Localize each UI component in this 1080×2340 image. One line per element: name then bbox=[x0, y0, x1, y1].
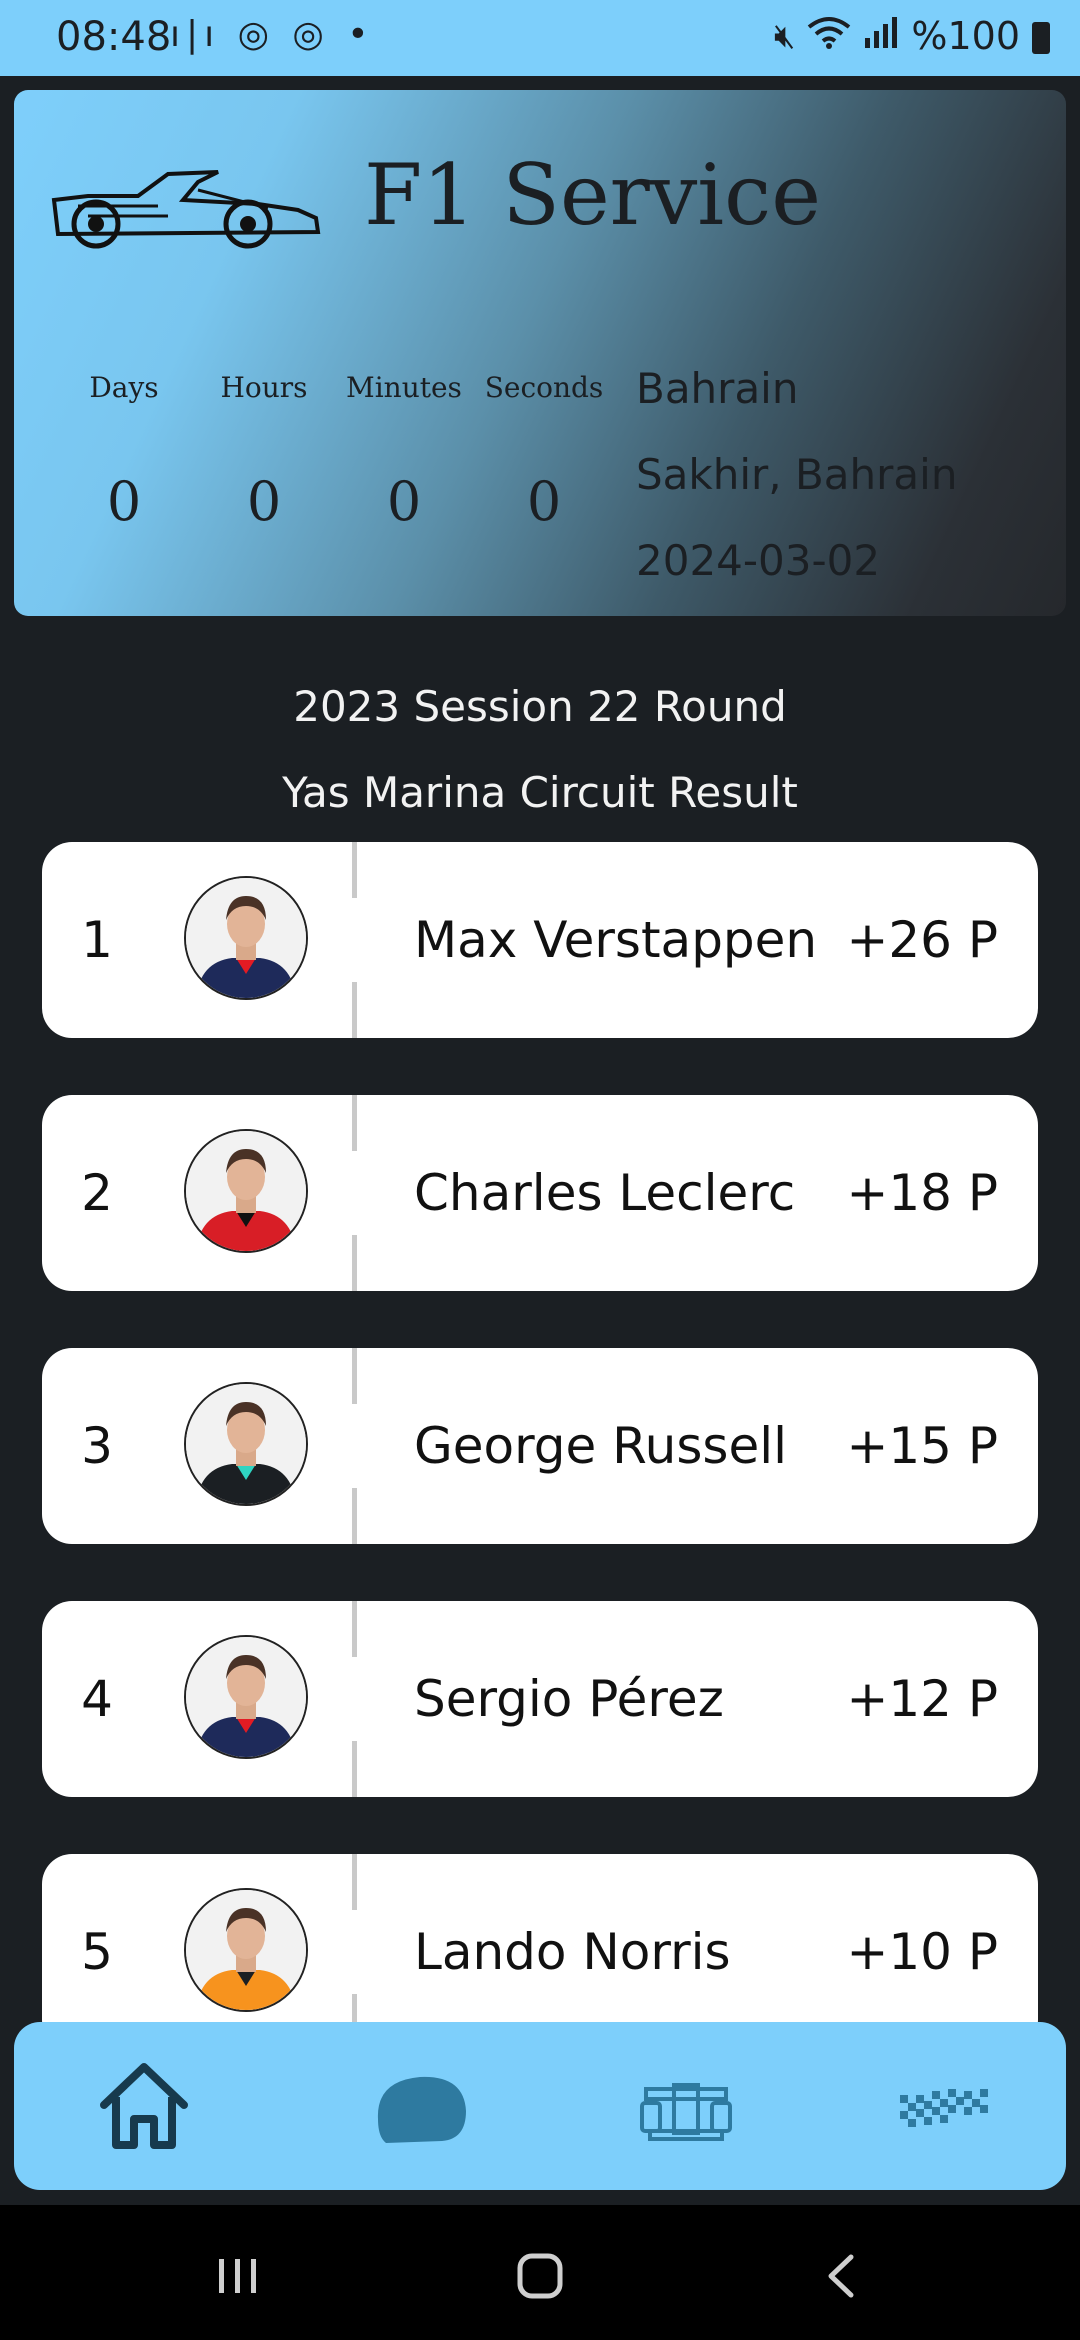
divider bbox=[352, 1854, 357, 1910]
driver-portrait-icon bbox=[186, 1131, 306, 1251]
race-location: Sakhir, Bahrain bbox=[636, 450, 958, 499]
result-row[interactable]: 5 Lando Norris +10 P bbox=[42, 1854, 1038, 2050]
driver-avatar bbox=[184, 876, 308, 1000]
countdown: Days 0 Hours 0 Minutes 0 Seconds 0 bbox=[54, 370, 614, 600]
divider bbox=[352, 842, 357, 898]
checkered-flag-icon bbox=[900, 2089, 988, 2127]
countdown-label: Hours bbox=[220, 371, 308, 404]
nav-races[interactable] bbox=[886, 2052, 1006, 2162]
countdown-label: Days bbox=[89, 371, 159, 404]
notification-icons: ı|ı ◎ ◎ • bbox=[170, 14, 375, 55]
battery-icon bbox=[1032, 22, 1050, 54]
race-car-icon bbox=[640, 2083, 732, 2141]
divider bbox=[352, 1601, 357, 1657]
result-row[interactable]: 2 Charles Leclerc +18 P bbox=[42, 1095, 1038, 1291]
home-icon bbox=[100, 2063, 188, 2149]
home-button[interactable] bbox=[500, 2241, 580, 2311]
results-title-line2: Yas Marina Circuit Result bbox=[282, 768, 798, 817]
driver-name: Max Verstappen bbox=[414, 911, 818, 969]
divider bbox=[352, 1095, 357, 1151]
driver-points: +10 P bbox=[846, 1923, 998, 1981]
driver-name: Sergio Pérez bbox=[414, 1670, 724, 1728]
helmet-icon bbox=[377, 2076, 466, 2143]
driver-avatar bbox=[184, 1888, 308, 2012]
race-date: 2024-03-02 bbox=[636, 536, 881, 585]
battery-text: %100 bbox=[911, 14, 1020, 58]
countdown-label: Seconds bbox=[484, 371, 604, 404]
recent-apps-button[interactable] bbox=[198, 2241, 278, 2311]
result-position: 1 bbox=[81, 911, 113, 969]
result-position: 4 bbox=[81, 1670, 113, 1728]
countdown-minutes: Minutes 0 bbox=[334, 370, 474, 600]
result-row[interactable]: 4 Sergio Pérez +12 P bbox=[42, 1601, 1038, 1797]
system-nav-bar bbox=[0, 2205, 1080, 2340]
countdown-value: 0 bbox=[386, 470, 422, 533]
driver-portrait-icon bbox=[186, 878, 306, 998]
countdown-seconds: Seconds 0 bbox=[474, 370, 614, 600]
driver-portrait-icon bbox=[186, 1384, 306, 1504]
result-row[interactable]: 1 Max Verstappen +26 P bbox=[42, 842, 1038, 1038]
countdown-value: 0 bbox=[526, 470, 562, 533]
results-title-line1: 2023 Session 22 Round bbox=[293, 682, 787, 731]
driver-name: Lando Norris bbox=[414, 1923, 731, 1981]
home-square-icon bbox=[517, 2253, 563, 2299]
result-row[interactable]: 3 George Russell +15 P bbox=[42, 1348, 1038, 1544]
divider bbox=[352, 1741, 357, 1797]
wifi-icon bbox=[807, 15, 851, 58]
signal-icon bbox=[863, 16, 899, 57]
f1-car-logo-icon bbox=[51, 170, 321, 249]
status-time: 08:48 bbox=[56, 14, 172, 60]
result-position: 5 bbox=[81, 1923, 113, 1981]
driver-name: Charles Leclerc bbox=[414, 1164, 796, 1222]
countdown-label: Minutes bbox=[346, 371, 462, 404]
driver-portrait-icon bbox=[186, 1637, 306, 1757]
result-position: 2 bbox=[81, 1164, 113, 1222]
divider bbox=[352, 1235, 357, 1291]
results-title: 2023 Session 22 Round Yas Marina Circuit… bbox=[0, 664, 1080, 836]
nav-drivers[interactable] bbox=[362, 2052, 482, 2162]
mute-icon: 🔇︎ bbox=[773, 16, 796, 56]
nav-home[interactable] bbox=[84, 2052, 204, 2162]
driver-portrait-icon bbox=[186, 1890, 306, 2010]
recent-apps-icon bbox=[219, 2259, 256, 2293]
next-race-card: F1 Service Days 0 Hours 0 Minutes 0 Seco… bbox=[14, 90, 1066, 616]
countdown-value: 0 bbox=[246, 470, 282, 533]
divider bbox=[352, 982, 357, 1038]
countdown-value: 0 bbox=[106, 470, 142, 533]
driver-points: +12 P bbox=[846, 1670, 998, 1728]
divider bbox=[352, 1348, 357, 1404]
bottom-nav bbox=[14, 2022, 1066, 2190]
status-right: 🔇︎ %100 bbox=[774, 14, 1050, 58]
countdown-days: Days 0 bbox=[54, 370, 194, 600]
countdown-hours: Hours 0 bbox=[194, 370, 334, 600]
race-info: Bahrain Sakhir, Bahrain 2024-03-02 bbox=[636, 358, 957, 616]
driver-name: George Russell bbox=[414, 1417, 787, 1475]
driver-avatar bbox=[184, 1382, 308, 1506]
driver-points: +18 P bbox=[846, 1164, 998, 1222]
driver-avatar bbox=[184, 1635, 308, 1759]
race-name: Bahrain bbox=[636, 364, 799, 413]
divider bbox=[352, 1488, 357, 1544]
back-icon bbox=[828, 2254, 854, 2298]
result-position: 3 bbox=[81, 1417, 113, 1475]
driver-avatar bbox=[184, 1129, 308, 1253]
nav-teams[interactable] bbox=[626, 2052, 746, 2162]
app-title: F1 Service bbox=[364, 146, 821, 244]
status-bar: 08:48 ı|ı ◎ ◎ • 🔇︎ %100 bbox=[0, 0, 1080, 76]
driver-points: +26 P bbox=[846, 911, 998, 969]
back-button[interactable] bbox=[802, 2241, 882, 2311]
driver-points: +15 P bbox=[846, 1417, 998, 1475]
